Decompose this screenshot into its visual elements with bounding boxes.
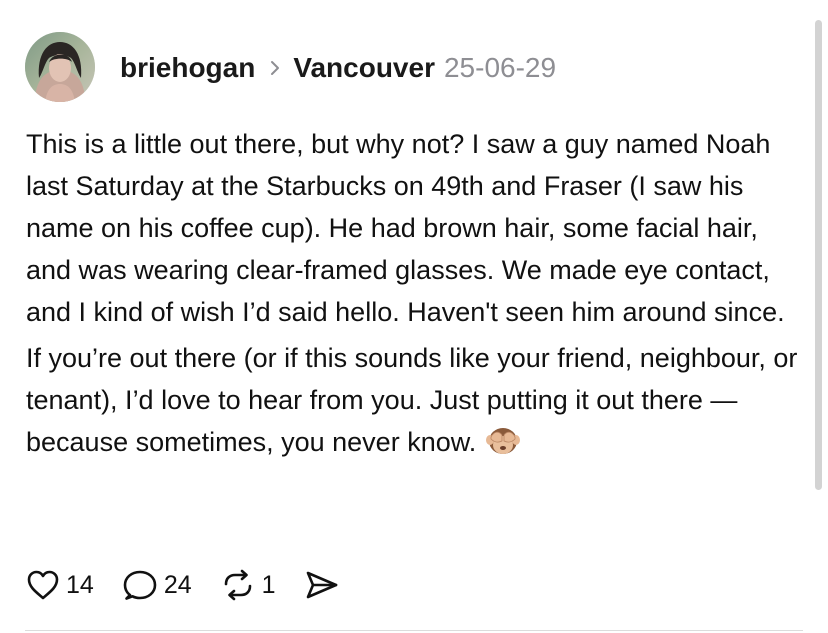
post-header: briehogan Vancouver 25-06-29 (120, 51, 556, 85)
post-paragraph: This is a little out there, but why not?… (26, 129, 785, 327)
author-username[interactable]: briehogan (120, 51, 255, 85)
scrollbar[interactable] (815, 20, 822, 490)
post-paragraph: If you’re out there (or if this sounds l… (26, 337, 801, 463)
divider (25, 630, 803, 631)
community-link[interactable]: Vancouver (293, 51, 435, 85)
profile-photo-icon (25, 32, 95, 102)
like-count: 14 (66, 570, 94, 599)
repost-count: 1 (261, 570, 276, 599)
see-no-evil-monkey-icon (486, 428, 521, 454)
action-bar: 14 24 1 (26, 566, 368, 604)
post-body: This is a little out there, but why not?… (26, 123, 801, 463)
post-paragraph-text: If you’re out there (or if this sounds l… (26, 343, 798, 457)
comment-bubble-icon (123, 570, 157, 600)
comment-button[interactable]: 24 (122, 568, 192, 602)
share-button[interactable] (304, 568, 340, 602)
repost-button[interactable]: 1 (220, 568, 276, 602)
post-card: briehogan Vancouver 25-06-29 This is a l… (0, 0, 828, 633)
repost-icon (224, 569, 251, 601)
post-date: 25-06-29 (443, 52, 557, 83)
avatar[interactable] (25, 32, 95, 102)
heart-icon (27, 570, 59, 600)
chevron-right-icon (271, 61, 280, 75)
like-button[interactable]: 14 (26, 569, 94, 601)
comment-count: 24 (163, 570, 192, 599)
send-icon (306, 571, 337, 599)
